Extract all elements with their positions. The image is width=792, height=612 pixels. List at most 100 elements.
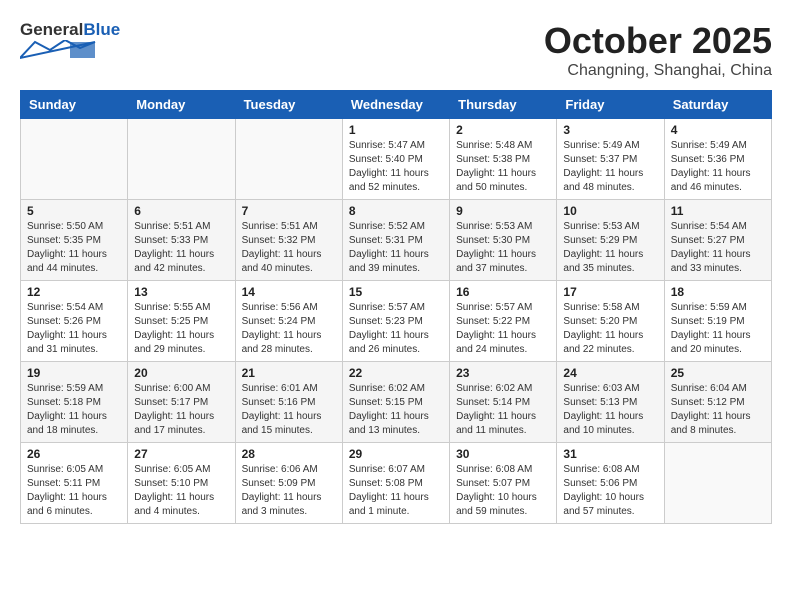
day-number: 3 bbox=[563, 123, 657, 137]
day-info: Sunrise: 5:47 AM Sunset: 5:40 PM Dayligh… bbox=[349, 139, 443, 195]
day-info: Sunrise: 6:01 AM Sunset: 5:16 PM Dayligh… bbox=[242, 382, 336, 438]
day-info: Sunrise: 5:55 AM Sunset: 5:25 PM Dayligh… bbox=[134, 301, 228, 357]
day-number: 12 bbox=[27, 285, 121, 299]
weekday-wednesday: Wednesday bbox=[342, 91, 449, 119]
day-cell: 5Sunrise: 5:50 AM Sunset: 5:35 PM Daylig… bbox=[21, 200, 128, 281]
day-cell: 12 Sunrise: 5:54 AM Sunset: 5:26 PM Dayli… bbox=[21, 281, 128, 362]
day-info: Sunrise: 5:56 AM Sunset: 5:24 PM Dayligh… bbox=[242, 301, 336, 357]
day-cell: 23Sunrise: 6:02 AM Sunset: 5:14 PM Dayli… bbox=[450, 362, 557, 443]
weekday-sunday: Sunday bbox=[21, 91, 128, 119]
day-number: 30 bbox=[456, 447, 550, 461]
day-info: Sunrise: 5:51 AM Sunset: 5:33 PM Dayligh… bbox=[134, 220, 228, 276]
day-info: Sunrise: 5:54 AM Sunset: 5:26 PM Dayligh… bbox=[27, 301, 121, 357]
day-number: 13 bbox=[134, 285, 228, 299]
day-info: Sunrise: 5:49 AM Sunset: 5:37 PM Dayligh… bbox=[563, 139, 657, 195]
day-number: 1 bbox=[349, 123, 443, 137]
day-number: 21 bbox=[242, 366, 336, 380]
day-number: 11 bbox=[671, 204, 765, 218]
day-number: 14 bbox=[242, 285, 336, 299]
day-number: 2 bbox=[456, 123, 550, 137]
day-cell: 19 Sunrise: 5:59 AM Sunset: 5:18 PM Dayli… bbox=[21, 362, 128, 443]
day-cell bbox=[128, 119, 235, 200]
day-number: 7 bbox=[242, 204, 336, 218]
weekday-monday: Monday bbox=[128, 91, 235, 119]
day-cell: 10 Sunrise: 5:53 AM Sunset: 5:29 PM Dayli… bbox=[557, 200, 664, 281]
day-number: 26 bbox=[27, 447, 121, 461]
day-cell: 26 Sunrise: 6:05 AM Sunset: 5:11 PM Dayli… bbox=[21, 443, 128, 524]
day-number: 4 bbox=[671, 123, 765, 137]
location: Changning, Shanghai, China bbox=[544, 62, 772, 80]
day-cell: 13 Sunrise: 5:55 AM Sunset: 5:25 PM Dayli… bbox=[128, 281, 235, 362]
weekday-thursday: Thursday bbox=[450, 91, 557, 119]
day-cell: 1 Sunrise: 5:47 AM Sunset: 5:40 PM Daylig… bbox=[342, 119, 449, 200]
day-number: 22 bbox=[349, 366, 443, 380]
day-cell: 15 Sunrise: 5:57 AM Sunset: 5:23 PM Dayli… bbox=[342, 281, 449, 362]
day-info: Sunrise: 6:07 AM Sunset: 5:08 PM Dayligh… bbox=[349, 463, 443, 519]
calendar-table: SundayMondayTuesdayWednesdayThursdayFrid… bbox=[20, 90, 772, 524]
day-number: 15 bbox=[349, 285, 443, 299]
day-number: 31 bbox=[563, 447, 657, 461]
day-number: 19 bbox=[27, 366, 121, 380]
day-cell: 20Sunrise: 6:00 AM Sunset: 5:17 PM Dayli… bbox=[128, 362, 235, 443]
day-cell: 6 Sunrise: 5:51 AM Sunset: 5:33 PM Daylig… bbox=[128, 200, 235, 281]
day-info: Sunrise: 5:53 AM Sunset: 5:30 PM Dayligh… bbox=[456, 220, 550, 276]
day-cell: 21 Sunrise: 6:01 AM Sunset: 5:16 PM Dayli… bbox=[235, 362, 342, 443]
day-number: 18 bbox=[671, 285, 765, 299]
day-number: 27 bbox=[134, 447, 228, 461]
day-info: Sunrise: 5:52 AM Sunset: 5:31 PM Dayligh… bbox=[349, 220, 443, 276]
weekday-header-row: SundayMondayTuesdayWednesdayThursdayFrid… bbox=[21, 91, 772, 119]
day-cell: 29 Sunrise: 6:07 AM Sunset: 5:08 PM Dayli… bbox=[342, 443, 449, 524]
day-cell: 22 Sunrise: 6:02 AM Sunset: 5:15 PM Dayli… bbox=[342, 362, 449, 443]
day-cell: 8 Sunrise: 5:52 AM Sunset: 5:31 PM Daylig… bbox=[342, 200, 449, 281]
day-number: 5 bbox=[27, 204, 121, 218]
day-info: Sunrise: 6:04 AM Sunset: 5:12 PM Dayligh… bbox=[671, 382, 765, 438]
day-cell: 9Sunrise: 5:53 AM Sunset: 5:30 PM Daylig… bbox=[450, 200, 557, 281]
day-cell bbox=[235, 119, 342, 200]
day-number: 6 bbox=[134, 204, 228, 218]
weekday-tuesday: Tuesday bbox=[235, 91, 342, 119]
week-row-3: 12 Sunrise: 5:54 AM Sunset: 5:26 PM Dayli… bbox=[21, 281, 772, 362]
day-info: Sunrise: 5:59 AM Sunset: 5:18 PM Dayligh… bbox=[27, 382, 121, 438]
day-number: 28 bbox=[242, 447, 336, 461]
day-info: Sunrise: 5:57 AM Sunset: 5:22 PM Dayligh… bbox=[456, 301, 550, 357]
day-number: 8 bbox=[349, 204, 443, 218]
day-info: Sunrise: 6:02 AM Sunset: 5:15 PM Dayligh… bbox=[349, 382, 443, 438]
day-info: Sunrise: 5:53 AM Sunset: 5:29 PM Dayligh… bbox=[563, 220, 657, 276]
month-title: October 2025 bbox=[544, 20, 772, 62]
title-block: October 2025 Changning, Shanghai, China bbox=[544, 20, 772, 80]
day-info: Sunrise: 6:08 AM Sunset: 5:07 PM Dayligh… bbox=[456, 463, 550, 519]
day-number: 10 bbox=[563, 204, 657, 218]
day-info: Sunrise: 5:59 AM Sunset: 5:19 PM Dayligh… bbox=[671, 301, 765, 357]
day-info: Sunrise: 6:05 AM Sunset: 5:10 PM Dayligh… bbox=[134, 463, 228, 519]
day-cell: 14 Sunrise: 5:56 AM Sunset: 5:24 PM Dayli… bbox=[235, 281, 342, 362]
week-row-2: 5Sunrise: 5:50 AM Sunset: 5:35 PM Daylig… bbox=[21, 200, 772, 281]
day-cell: 27 Sunrise: 6:05 AM Sunset: 5:10 PM Dayli… bbox=[128, 443, 235, 524]
day-cell bbox=[664, 443, 771, 524]
day-info: Sunrise: 5:57 AM Sunset: 5:23 PM Dayligh… bbox=[349, 301, 443, 357]
day-number: 25 bbox=[671, 366, 765, 380]
day-cell: 28Sunrise: 6:06 AM Sunset: 5:09 PM Dayli… bbox=[235, 443, 342, 524]
day-cell: 31 Sunrise: 6:08 AM Sunset: 5:06 PM Dayli… bbox=[557, 443, 664, 524]
day-cell: 16Sunrise: 5:57 AM Sunset: 5:22 PM Dayli… bbox=[450, 281, 557, 362]
logo-blue: Blue bbox=[83, 20, 120, 39]
day-cell: 24 Sunrise: 6:03 AM Sunset: 5:13 PM Dayli… bbox=[557, 362, 664, 443]
day-info: Sunrise: 5:51 AM Sunset: 5:32 PM Dayligh… bbox=[242, 220, 336, 276]
day-cell: 25 Sunrise: 6:04 AM Sunset: 5:12 PM Dayli… bbox=[664, 362, 771, 443]
week-row-1: 1 Sunrise: 5:47 AM Sunset: 5:40 PM Daylig… bbox=[21, 119, 772, 200]
day-number: 29 bbox=[349, 447, 443, 461]
day-cell: 7 Sunrise: 5:51 AM Sunset: 5:32 PM Daylig… bbox=[235, 200, 342, 281]
day-cell: 17Sunrise: 5:58 AM Sunset: 5:20 PM Dayli… bbox=[557, 281, 664, 362]
logo: GeneralBlue bbox=[20, 20, 120, 65]
day-info: Sunrise: 5:49 AM Sunset: 5:36 PM Dayligh… bbox=[671, 139, 765, 195]
day-info: Sunrise: 5:58 AM Sunset: 5:20 PM Dayligh… bbox=[563, 301, 657, 357]
day-cell: 3 Sunrise: 5:49 AM Sunset: 5:37 PM Daylig… bbox=[557, 119, 664, 200]
day-info: Sunrise: 6:03 AM Sunset: 5:13 PM Dayligh… bbox=[563, 382, 657, 438]
day-info: Sunrise: 6:05 AM Sunset: 5:11 PM Dayligh… bbox=[27, 463, 121, 519]
page-header: GeneralBlue October 2025 Changning, Shan… bbox=[20, 20, 772, 80]
weekday-saturday: Saturday bbox=[664, 91, 771, 119]
weekday-friday: Friday bbox=[557, 91, 664, 119]
day-info: Sunrise: 6:08 AM Sunset: 5:06 PM Dayligh… bbox=[563, 463, 657, 519]
day-number: 20 bbox=[134, 366, 228, 380]
day-number: 24 bbox=[563, 366, 657, 380]
day-cell: 11Sunrise: 5:54 AM Sunset: 5:27 PM Dayli… bbox=[664, 200, 771, 281]
